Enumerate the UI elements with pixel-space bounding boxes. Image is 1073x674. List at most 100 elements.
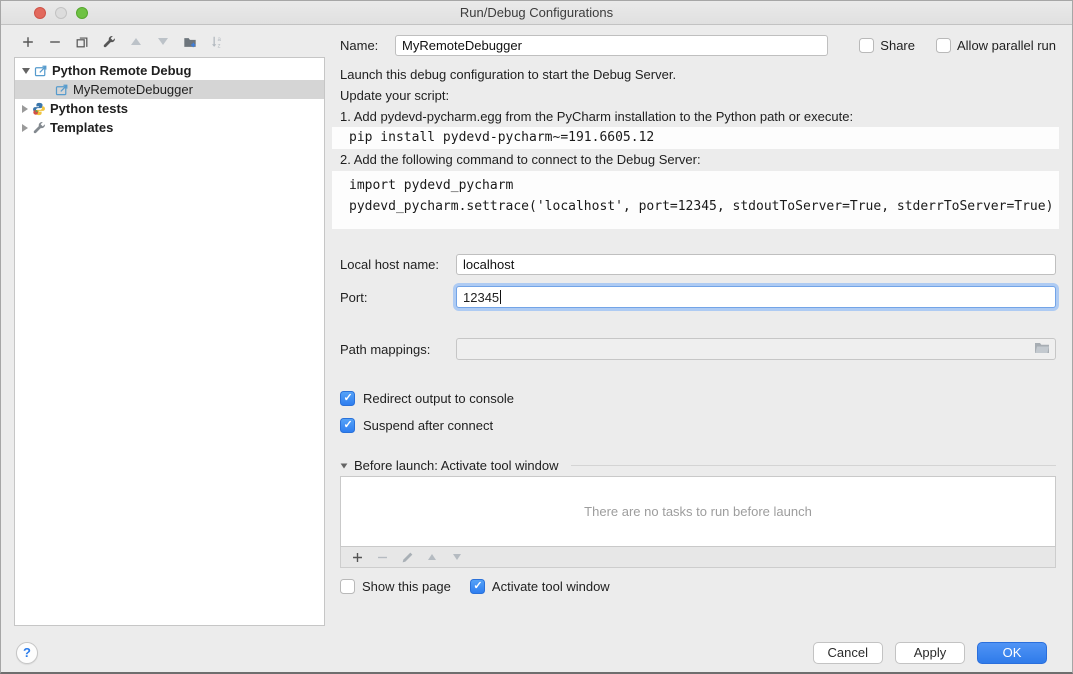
folder-icon [1034,341,1050,355]
settrace-snippet-line1: import pydevd_pycharm [349,175,1059,196]
pip-install-command: pip install pydevd-pycharm~=191.6605.12 [332,127,1059,149]
svg-text:z: z [218,42,221,48]
share-checkbox[interactable] [859,38,874,53]
arrow-up-icon [131,38,141,45]
edit-templates-button[interactable] [101,34,117,50]
expand-toggle-icon[interactable] [22,124,28,132]
sort-configurations-button[interactable]: az [209,34,225,50]
pencil-icon [401,551,414,564]
dialog-footer: ? Cancel Apply OK [1,633,1072,672]
port-label: Port: [340,290,456,305]
collapse-toggle-icon[interactable] [22,68,30,74]
remote-debug-config-icon [55,83,69,97]
activate-tool-window-checkbox[interactable] [470,579,485,594]
tree-item-label: Python tests [50,101,128,116]
create-folder-button[interactable] [182,34,198,50]
minus-icon [376,551,389,564]
settrace-snippet-line2: pydevd_pycharm.settrace('localhost', por… [349,196,1059,217]
share-label: Share [880,38,915,53]
minimize-window-button[interactable] [55,7,67,19]
path-mappings-row: Path mappings: [340,337,1056,361]
port-input[interactable]: 12345 [456,286,1056,308]
tree-item-label: MyRemoteDebugger [73,82,193,97]
description-step1: 1. Add pydevd-pycharm.egg from the PyCha… [340,106,1056,127]
help-button[interactable]: ? [16,642,38,664]
sidebar-toolbar: az [1,26,332,57]
tree-item-label: Python Remote Debug [52,63,191,78]
redirect-output-label: Redirect output to console [363,391,514,406]
edit-task-button[interactable] [400,550,414,564]
folder-plus-icon [183,35,197,49]
section-divider [571,465,1056,466]
configurations-tree: Python Remote Debug MyRemoteDebugger Pyt… [14,57,325,626]
suspend-after-connect-checkbox[interactable] [340,418,355,433]
path-mappings-input[interactable] [456,338,1056,360]
traffic-lights [34,7,88,19]
tree-item-python-tests[interactable]: Python tests [15,99,324,118]
tree-item-templates[interactable]: Templates [15,118,324,137]
apply-button[interactable]: Apply [895,642,965,664]
share-options: Share Allow parallel run [859,38,1056,53]
name-label: Name: [340,38,395,53]
suspend-after-connect-label: Suspend after connect [363,418,493,433]
redirect-output-checkbox[interactable] [340,391,355,406]
tree-item-label: Templates [50,120,113,135]
ok-button[interactable]: OK [977,642,1047,664]
before-launch-empty-text: There are no tasks to run before launch [584,504,812,519]
before-launch-header: Before launch: Activate tool window [340,458,1056,473]
description-launch-line: Launch this debug configuration to start… [340,64,1056,85]
redirect-output-row: Redirect output to console [340,390,1056,406]
copy-configuration-button[interactable] [74,34,90,50]
remote-debug-config-icon [34,64,48,78]
remove-task-button[interactable] [375,550,389,564]
before-launch-task-list[interactable]: There are no tasks to run before launch [340,476,1056,547]
path-mappings-label: Path mappings: [340,342,456,357]
cancel-button[interactable]: Cancel [813,642,883,664]
allow-parallel-run-label: Allow parallel run [957,38,1056,53]
tree-item-myremotedebugger[interactable]: MyRemoteDebugger [15,80,324,99]
local-host-row: Local host name: [340,253,1056,275]
activate-tool-window-label: Activate tool window [492,579,610,594]
show-this-page-label: Show this page [362,579,451,594]
name-input[interactable] [395,35,828,56]
local-host-input[interactable] [456,254,1056,275]
expand-toggle-icon[interactable] [22,105,28,113]
wrench-icon [102,35,116,49]
wrench-icon [32,121,46,135]
close-window-button[interactable] [34,7,46,19]
python-tests-icon [32,102,46,116]
plus-icon [351,551,364,564]
move-task-up-button[interactable] [425,550,439,564]
arrow-up-icon [428,554,436,560]
port-value: 12345 [463,290,499,305]
configurations-sidebar: az Python Remote Debug MyRemoteDebugger … [1,26,332,633]
allow-parallel-run-checkbox[interactable] [936,38,951,53]
add-configuration-button[interactable] [20,34,36,50]
run-debug-configurations-dialog: Run/Debug Configurations [0,0,1073,674]
arrow-down-icon [453,554,461,560]
settrace-snippet: import pydevd_pycharm pydevd_pycharm.set… [332,171,1059,229]
move-up-button[interactable] [128,34,144,50]
zoom-window-button[interactable] [76,7,88,19]
tree-item-python-remote-debug[interactable]: Python Remote Debug [15,61,324,80]
add-task-button[interactable] [350,550,364,564]
suspend-after-connect-row: Suspend after connect [340,417,1056,433]
question-mark-icon: ? [23,645,31,660]
copy-icon [75,35,89,49]
window-title: Run/Debug Configurations [1,5,1072,20]
titlebar: Run/Debug Configurations [1,1,1072,25]
move-task-down-button[interactable] [450,550,464,564]
page-options-row: Show this page Activate tool window [340,577,1056,595]
arrow-down-icon [158,38,168,45]
remove-configuration-button[interactable] [47,34,63,50]
move-down-button[interactable] [155,34,171,50]
sort-alphabetically-icon: az [210,35,224,49]
collapse-toggle-icon[interactable] [341,463,348,468]
port-row: Port: 12345 [340,285,1056,309]
path-mappings-browse-button[interactable] [1033,341,1050,357]
before-launch-toolbar [340,547,1056,568]
configuration-editor: Name: Share Allow parallel run Launch th… [332,26,1072,633]
show-this-page-checkbox[interactable] [340,579,355,594]
description-step2: 2. Add the following command to connect … [340,149,1056,170]
before-launch-title: Before launch: Activate tool window [354,458,559,473]
